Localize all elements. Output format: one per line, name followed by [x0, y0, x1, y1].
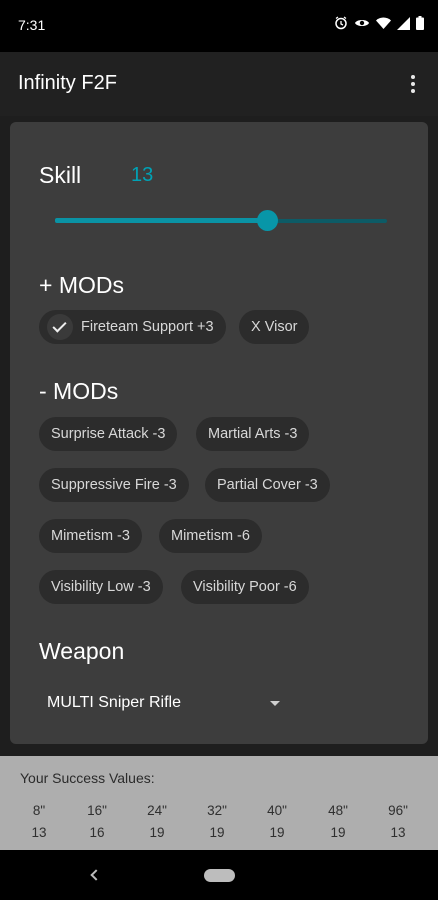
results-title: Your Success Values: [20, 770, 155, 786]
check-icon [47, 314, 73, 340]
chip-label: Partial Cover -3 [217, 477, 318, 493]
chip-suppressive-fire[interactable]: Suppressive Fire -3 [39, 468, 189, 502]
chip-label: Surprise Attack -3 [51, 426, 166, 442]
chip-label: X Visor [251, 319, 298, 335]
slider-thumb[interactable] [257, 210, 279, 231]
success-values-panel: Your Success Values: 8" 13 16" 16 24" 19… [0, 756, 438, 850]
chip-label: Suppressive Fire -3 [51, 477, 177, 493]
result-range: 40" [267, 803, 287, 818]
calculator-card: Skill 13 + MODs Fireteam Support +3 X Vi… [10, 122, 428, 744]
status-time: 7:31 [18, 17, 46, 33]
result-range: 24" [147, 803, 167, 818]
skill-slider[interactable] [55, 210, 387, 232]
result-value: 19 [209, 825, 225, 840]
wifi-icon [376, 17, 391, 35]
result-range: 16" [87, 803, 107, 818]
skill-label: Skill [39, 162, 82, 188]
result-column: 24" 19 [137, 800, 177, 844]
weapon-dropdown[interactable]: MULTI Sniper Rifle [39, 688, 299, 720]
weapon-selected-value: MULTI Sniper Rifle [47, 694, 181, 711]
chip-visibility-poor[interactable]: Visibility Poor -6 [181, 570, 309, 604]
result-column: 48" 19 [318, 800, 358, 844]
result-column: 32" 19 [197, 800, 237, 844]
chip-fireteam-support[interactable]: Fireteam Support +3 [39, 310, 226, 344]
chip-label: Visibility Poor -6 [193, 579, 297, 595]
chip-label: Fireteam Support +3 [81, 319, 214, 335]
chip-label: Mimetism -3 [51, 528, 130, 544]
home-pill-icon[interactable] [204, 869, 235, 882]
app-bar: Infinity F2F [0, 52, 438, 116]
status-icons [334, 16, 424, 35]
result-range: 48" [328, 803, 348, 818]
slider-fill [55, 218, 268, 223]
alarm-icon [334, 16, 348, 35]
result-column: 8" 13 [19, 800, 59, 844]
chip-label: Visibility Low -3 [51, 579, 151, 595]
result-range: 96" [388, 803, 408, 818]
result-range: 32" [207, 803, 227, 818]
weapon-title: Weapon [39, 638, 125, 664]
plus-mods-title: + MODs [39, 272, 124, 298]
result-value: 19 [149, 825, 165, 840]
chip-martial-arts[interactable]: Martial Arts -3 [196, 417, 310, 451]
back-icon[interactable] [88, 864, 102, 886]
skill-value: 13 [131, 164, 154, 186]
chip-visibility-low[interactable]: Visibility Low -3 [39, 570, 163, 604]
signal-icon [397, 16, 410, 35]
result-range: 8" [32, 803, 46, 818]
chip-partial-cover[interactable]: Partial Cover -3 [205, 468, 330, 502]
result-value: 13 [31, 825, 47, 840]
result-value: 19 [330, 825, 346, 840]
app-title: Infinity F2F [18, 72, 117, 94]
result-column: 40" 19 [257, 800, 297, 844]
chip-mimetism-6[interactable]: Mimetism -6 [159, 519, 262, 553]
result-value: 13 [390, 825, 406, 840]
more-vert-icon[interactable] [400, 70, 426, 98]
chip-label: Martial Arts -3 [208, 426, 298, 442]
navigation-bar [0, 850, 438, 900]
status-bar: 7:31 [0, 0, 438, 52]
eye-icon [354, 16, 370, 35]
chip-mimetism-3[interactable]: Mimetism -3 [39, 519, 142, 553]
result-column: 16" 16 [77, 800, 117, 844]
battery-icon [416, 16, 424, 35]
minus-mods-title: - MODs [39, 378, 119, 404]
chip-surprise-attack[interactable]: Surprise Attack -3 [39, 417, 178, 451]
result-value: 16 [89, 825, 105, 840]
result-value: 19 [269, 825, 285, 840]
dropdown-arrow-icon [270, 701, 280, 706]
chip-label: Mimetism -6 [171, 528, 250, 544]
result-column: 96" 13 [378, 800, 418, 844]
chip-x-visor[interactable]: X Visor [239, 310, 310, 344]
